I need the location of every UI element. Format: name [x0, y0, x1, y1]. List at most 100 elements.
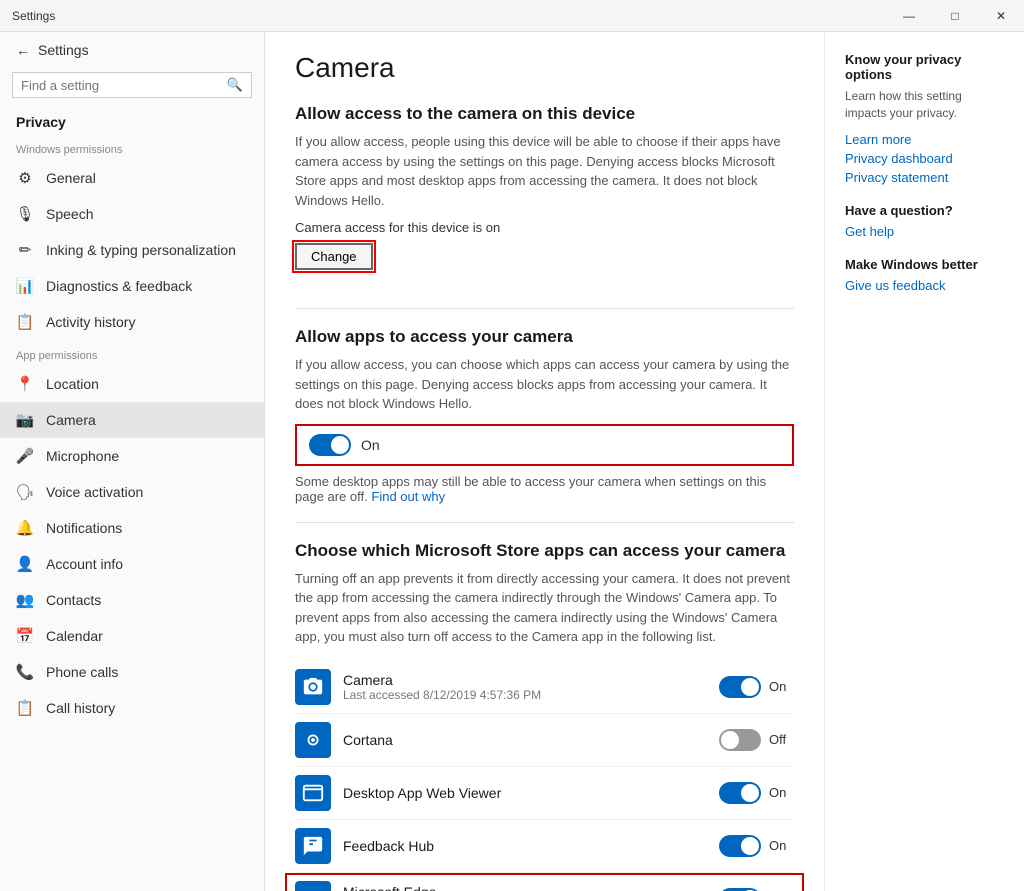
sidebar-item-voice[interactable]: 🗣 Voice activation	[0, 474, 264, 510]
sidebar-item-callhistory[interactable]: 📋 Call history	[0, 690, 264, 726]
sidebar-item-location[interactable]: 📍 Location	[0, 366, 264, 402]
section2-desc: If you allow access, you can choose whic…	[295, 355, 794, 414]
desktop-web-viewer-icon	[295, 775, 331, 811]
calendar-icon: 📅	[16, 627, 34, 645]
inking-icon: ✏	[16, 241, 34, 259]
minimize-button[interactable]: —	[886, 0, 932, 32]
camera-app-toggle[interactable]	[719, 676, 761, 698]
sidebar-item-label: Microphone	[46, 448, 119, 464]
learn-more-link[interactable]: Learn more	[845, 132, 1004, 147]
section1-heading: Allow access to the camera on this devic…	[295, 104, 794, 124]
toggle-knob	[741, 837, 759, 855]
privacy-statement-link[interactable]: Privacy statement	[845, 170, 1004, 185]
toggle-knob	[741, 678, 759, 696]
camera-toggle-area: On	[719, 676, 794, 698]
question-section: Have a question? Get help	[845, 203, 1004, 239]
microsoft-edge-icon: e	[295, 881, 331, 891]
titlebar: Settings — □ ✕	[0, 0, 1024, 32]
notifications-icon: 🔔	[16, 519, 34, 537]
sidebar-item-contacts[interactable]: 👥 Contacts	[0, 582, 264, 618]
apps-toggle-row: On	[295, 424, 794, 466]
search-icon: 🔍	[227, 77, 243, 93]
desktop-web-viewer-toggle[interactable]	[719, 782, 761, 804]
sidebar-item-camera[interactable]: 📷 Camera	[0, 402, 264, 438]
desktop-web-viewer-info: Desktop App Web Viewer	[343, 785, 707, 801]
sidebar-item-general[interactable]: ⚙ General	[0, 160, 264, 196]
sidebar-item-label: Location	[46, 376, 99, 392]
camera-app-toggle-label: On	[769, 679, 794, 694]
sidebar-item-phone[interactable]: 📞 Phone calls	[0, 654, 264, 690]
windows-better-heading: Make Windows better	[845, 257, 1004, 272]
right-panel: Know your privacy options Learn how this…	[824, 32, 1024, 891]
microsoft-edge-name: Microsoft Edge	[343, 884, 707, 891]
sidebar-item-notifications[interactable]: 🔔 Notifications	[0, 510, 264, 546]
sidebar-item-account[interactable]: 👤 Account info	[0, 546, 264, 582]
sidebar-item-speech[interactable]: 🎙 Speech	[0, 196, 264, 232]
phone-icon: 📞	[16, 663, 34, 681]
sidebar-item-microphone[interactable]: 🎤 Microphone	[0, 438, 264, 474]
voice-icon: 🗣	[16, 483, 34, 501]
section1-desc: If you allow access, people using this d…	[295, 132, 794, 210]
get-help-link[interactable]: Get help	[845, 224, 1004, 239]
sidebar-item-activity[interactable]: 📋 Activity history	[0, 304, 264, 340]
app-permissions-label: App permissions	[0, 340, 264, 366]
back-button[interactable]: ← Settings	[0, 32, 264, 68]
cortana-toggle-area: Off	[719, 729, 794, 751]
feedback-hub-toggle-label: On	[769, 838, 794, 853]
cortana-toggle-label: Off	[769, 732, 794, 747]
camera-app-icon	[295, 669, 331, 705]
general-icon: ⚙	[16, 169, 34, 187]
apps-toggle-label: On	[361, 437, 380, 453]
titlebar-title: Settings	[12, 9, 55, 23]
sidebar-item-label: Calendar	[46, 628, 103, 644]
sidebar-item-label: General	[46, 170, 96, 186]
sidebar-item-diagnostics[interactable]: 📊 Diagnostics & feedback	[0, 268, 264, 304]
cortana-app-name: Cortana	[343, 732, 707, 748]
toggle-knob	[331, 436, 349, 454]
location-icon: 📍	[16, 375, 34, 393]
close-button[interactable]: ✕	[978, 0, 1024, 32]
cortana-toggle[interactable]	[719, 729, 761, 751]
sidebar-item-label: Camera	[46, 412, 96, 428]
camera-icon: 📷	[16, 411, 34, 429]
section3-desc: Turning off an app prevents it from dire…	[295, 569, 794, 647]
question-heading: Have a question?	[845, 203, 1004, 218]
maximize-button[interactable]: □	[932, 0, 978, 32]
sidebar-item-label: Phone calls	[46, 664, 118, 680]
give-feedback-link[interactable]: Give us feedback	[845, 278, 1004, 293]
sidebar-item-label: Speech	[46, 206, 93, 222]
feedback-hub-toggle[interactable]	[719, 835, 761, 857]
sidebar-item-label: Notifications	[46, 520, 122, 536]
desktop-web-viewer-toggle-area: On	[719, 782, 794, 804]
camera-app-name: Camera	[343, 672, 707, 688]
find-out-link[interactable]: Find out why	[371, 489, 445, 504]
desktop-web-viewer-name: Desktop App Web Viewer	[343, 785, 707, 801]
back-arrow-icon: ←	[16, 42, 30, 58]
toggle-knob	[741, 784, 759, 802]
privacy-dashboard-link[interactable]: Privacy dashboard	[845, 151, 1004, 166]
microsoft-edge-info: Microsoft Edge Sites still need permissi…	[343, 884, 707, 891]
microsoft-edge-toggle[interactable]	[719, 888, 761, 891]
main-content: Camera Allow access to the camera on thi…	[265, 32, 824, 891]
change-button[interactable]: Change	[295, 243, 373, 270]
cortana-app-info: Cortana	[343, 732, 707, 748]
search-input[interactable]	[21, 78, 221, 93]
sidebar-item-label: Voice activation	[46, 484, 143, 500]
windows-better-section: Make Windows better Give us feedback	[845, 257, 1004, 293]
find-out-static: Some desktop apps may still be able to a…	[295, 474, 766, 504]
feedback-hub-info: Feedback Hub	[343, 838, 707, 854]
account-icon: 👤	[16, 555, 34, 573]
sidebar-item-label: Diagnostics & feedback	[46, 278, 192, 294]
apps-toggle[interactable]	[309, 434, 351, 456]
divider1	[295, 308, 794, 309]
page-title: Camera	[295, 52, 794, 84]
back-label: Settings	[38, 42, 89, 58]
search-box[interactable]: 🔍	[12, 72, 252, 98]
sidebar-item-inking[interactable]: ✏ Inking & typing personalization	[0, 232, 264, 268]
camera-app-info: Camera Last accessed 8/12/2019 4:57:36 P…	[343, 672, 707, 702]
sidebar-item-calendar[interactable]: 📅 Calendar	[0, 618, 264, 654]
feedback-hub-toggle-area: On	[719, 835, 794, 857]
toggle-knob	[721, 731, 739, 749]
divider2	[295, 522, 794, 523]
section2-heading: Allow apps to access your camera	[295, 327, 794, 347]
